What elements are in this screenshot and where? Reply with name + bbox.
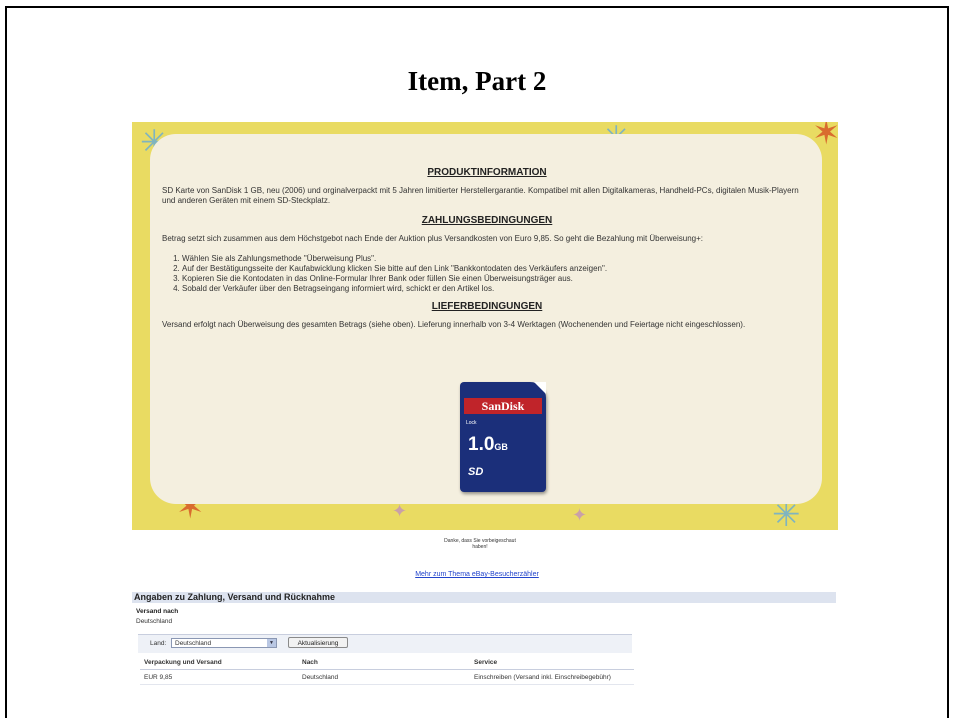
listing-description: PRODUKTINFORMATION SD Karte von SanDisk … (162, 164, 812, 340)
zahlung-step: Sobald der Verkäufer über den Betragsein… (182, 284, 812, 294)
column-header: Nach (298, 655, 470, 670)
produktinfo-heading: PRODUKTINFORMATION (427, 167, 547, 178)
visitor-counter-thanks: Danke, dass Sie vorbeigeschaut haben! (444, 538, 516, 550)
zahlung-steps: Wählen Sie als Zahlungsmethode "Überweis… (162, 254, 812, 294)
sd-logo-icon: SD (468, 466, 484, 478)
country-select[interactable]: Deutschland ▼ (171, 638, 277, 648)
sd-card-capacity: 1.0GB (468, 434, 508, 456)
update-button[interactable]: Aktualisierung (288, 637, 348, 648)
column-header: Service (470, 655, 634, 670)
liefer-heading: LIEFERBEDINGUNGEN (431, 301, 543, 312)
zahlung-step: Auf der Bestätigungsseite der Kaufabwick… (182, 264, 812, 274)
ship-to-label: Versand nach (136, 608, 179, 615)
table-header-row: Verpackung und Versand Nach Service (140, 655, 634, 670)
country-select-label: Land: (150, 640, 167, 647)
payment-shipping-header: Angaben zu Zahlung, Versand und Rücknahm… (132, 592, 836, 603)
zahlung-step: Wählen Sie als Zahlungsmethode "Überweis… (182, 254, 812, 264)
zahlung-text: Betrag setzt sich zusammen aus dem Höchs… (162, 234, 703, 243)
produktinfo-text: SD Karte von SanDisk 1 GB, neu (2006) un… (162, 186, 799, 205)
shipping-country-controls: Land: Deutschland ▼ Aktualisierung (138, 634, 632, 653)
column-header: Verpackung und Versand (140, 655, 298, 670)
listing-description-card: PRODUKTINFORMATION SD Karte von SanDisk … (150, 134, 822, 504)
listing-banner: ✳ ✳ ✶ ✶ ✳ ✦ ✦ PRODUKTINFORMATION SD Kart… (132, 122, 838, 530)
sd-card-notch (534, 382, 546, 394)
shipping-cost-cell: EUR 9,85 (140, 669, 298, 685)
table-row: EUR 9,85 Deutschland Einschreiben (Versa… (140, 669, 634, 685)
sd-card-lock: Lock (466, 420, 477, 426)
shipping-table: Verpackung und Versand Nach Service EUR … (140, 655, 634, 685)
country-select-value: Deutschland (175, 640, 212, 647)
sparkle-decoration-icon: ✦ (392, 501, 408, 521)
ship-to-value: Deutschland (136, 618, 173, 625)
sd-card-capacity-unit: GB (494, 442, 508, 452)
zahlung-heading: ZAHLUNGSBEDINGUNGEN (421, 215, 553, 226)
chevron-down-icon[interactable]: ▼ (267, 639, 276, 647)
sd-card-brand: SanDisk (464, 398, 542, 414)
slide-title: Item, Part 2 (407, 66, 547, 96)
shipping-destination-cell: Deutschland (298, 669, 470, 685)
liefer-text: Versand erfolgt nach Überweisung des ges… (162, 320, 746, 329)
visitor-counter-link[interactable]: Mehr zum Thema eBay-Besucherzähler (0, 571, 954, 578)
sd-card-product-image: SanDisk Lock 1.0GB SD (460, 382, 546, 492)
shipping-service-cell: Einschreiben (Versand inkl. Einschreibeg… (470, 669, 634, 685)
sparkle-decoration-icon: ✦ (572, 505, 588, 525)
sd-card-capacity-value: 1.0 (468, 434, 495, 455)
zahlung-step: Kopieren Sie die Kontodaten in das Onlin… (182, 274, 812, 284)
